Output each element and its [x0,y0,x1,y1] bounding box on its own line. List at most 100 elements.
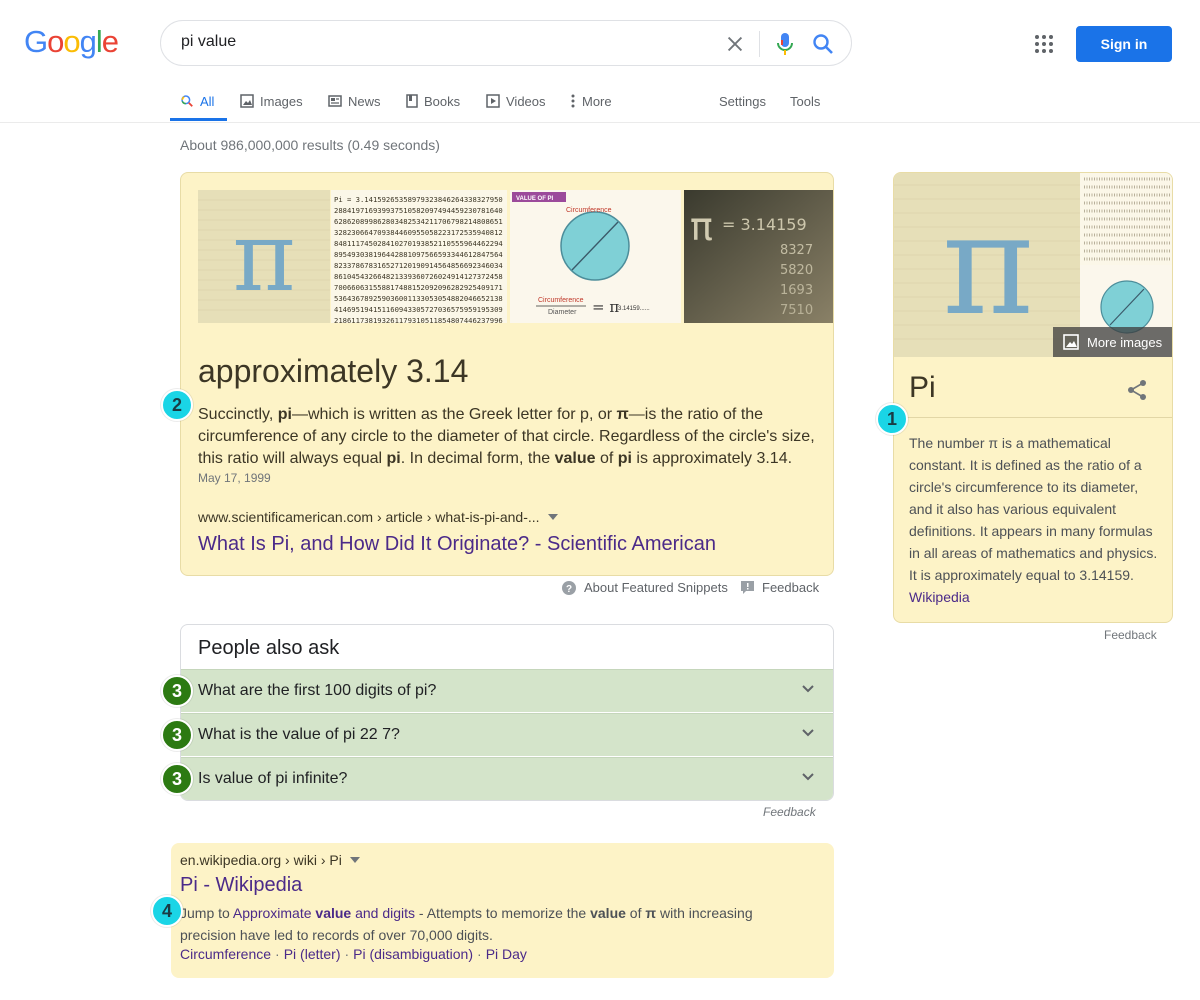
paa-feedback-link[interactable]: Feedback [763,805,816,819]
chalk-row-3: 1693 [780,283,813,298]
wiki-desc-prefix: Jump to [180,905,233,921]
feedback-icon [741,581,754,594]
chalk-row-2: 5820 [780,263,813,278]
search-tabs: All Images News Books Videos More Settin… [0,80,1200,123]
paa-question-3[interactable]: Is value of pi infinite? [181,757,833,800]
chevron-down-icon[interactable] [801,684,815,694]
snippet-bold-term: π [616,406,629,423]
chalk-row-1: 8327 [780,243,813,258]
tab-all[interactable]: All [180,92,214,110]
wiki-desc-value: value [590,905,626,921]
tab-videos-label: Videos [506,93,546,109]
wiki-jump-link-b: value [315,905,352,921]
wiki-jump-link[interactable]: Approximate value and digits [233,905,415,921]
paa-question-text: What is the value of pi 22 7? [198,726,400,743]
tab-images[interactable]: Images [240,92,303,110]
snippet-image-chalkboard[interactable]: π = 3.14159 8327 5820 1693 7510 [684,190,834,323]
wikipedia-result: en.wikipedia.org › wiki › Pi Pi - Wikipe… [171,843,834,978]
tab-books[interactable]: Books [406,92,460,110]
tab-news-label: News [348,93,381,109]
search-box[interactable] [160,20,852,66]
snippet-image-pi-symbol[interactable]: π [198,190,330,323]
image-icon [1063,334,1079,350]
circumference-label: Circumference [538,297,584,304]
image-icon [240,94,254,108]
tab-tools-label: Tools [790,93,821,109]
chevron-down-icon[interactable] [801,728,815,738]
callout-badge-1: 1 [876,403,908,435]
callout-badge-2: 2 [161,389,193,421]
snippet-feedback-link[interactable]: Feedback [741,580,819,595]
search-input[interactable] [181,33,701,51]
paa-question-text: What are the first 100 digits of pi? [198,682,437,699]
paa-title: People also ask [198,637,340,659]
wiki-url[interactable]: en.wikipedia.org › wiki › Pi [180,852,360,868]
tab-news[interactable]: News [328,92,381,110]
microphone-icon[interactable] [775,31,795,57]
dropdown-caret-icon[interactable] [547,514,558,520]
snippet-url[interactable]: www.scientificamerican.com › article › w… [198,509,558,525]
paa-question-1[interactable]: What are the first 100 digits of pi? [181,669,833,712]
tab-tools[interactable]: Tools [790,92,820,110]
tab-all-label: All [200,93,215,109]
kp-title: Pi [909,371,936,404]
wiki-sitelink-pi-day[interactable]: Pi Day [486,946,527,962]
snippet-bold-term: value [554,450,596,467]
paa-question-2[interactable]: What is the value of pi 22 7? [181,713,833,756]
callout-badge-4: 4 [151,895,183,927]
formula-pi: = π [592,298,619,316]
wiki-jump-link-c: and digits [351,905,416,921]
featured-snippet: π Pi = 3.1415926535897932384626433832795… [180,172,834,576]
kp-feedback-link[interactable]: Feedback [1104,628,1157,642]
tab-videos[interactable]: Videos [486,92,546,110]
wiki-sitelink-circumference[interactable]: Circumference [180,946,271,962]
dropdown-caret-icon[interactable] [349,857,360,863]
pi-digits-text: Pi = 3.141592653589793238462643383279502… [334,195,503,323]
tab-settings-label: Settings [719,93,766,109]
about-featured-snippets-link[interactable]: ? About Featured Snippets [562,580,728,595]
snippet-text-part: . In decimal form, the [400,450,555,467]
active-tab-indicator [170,118,227,121]
snippet-bold-term: pi [386,450,401,467]
wiki-sitelinks: Circumference · Pi (letter) · Pi (disambigua… [180,946,527,962]
tab-books-label: Books [424,93,461,109]
search-icon[interactable] [811,32,835,56]
clear-icon[interactable] [724,33,746,55]
snippet-image-circle-diagram[interactable]: VALUE OF PI Circumference Circumference … [510,190,681,323]
callout-badge-3a: 3 [161,675,193,707]
formula-value: 3.14159...... [618,306,650,312]
snippet-text: Succinctly, pi—which is written as the G… [198,404,822,470]
search-icon [181,95,193,107]
separator: · [344,946,350,962]
more-vert-icon [571,94,575,108]
snippet-bold-term: pi [277,406,292,423]
svg-text:?: ? [566,584,572,595]
snippet-title-link[interactable]: What Is Pi, and How Did It Originate? - … [198,533,716,556]
separator: · [275,946,280,962]
share-icon[interactable] [1127,379,1147,401]
tab-more-label: More [582,93,612,109]
snippet-image-digits[interactable]: Pi = 3.141592653589793238462643383279502… [331,190,507,323]
sign-in-button[interactable]: Sign in [1076,26,1172,62]
wiki-sitelink-pi-disambiguation[interactable]: Pi (disambiguation) [353,946,473,962]
kp-description-text: The number π is a mathematical constant.… [909,435,1158,583]
paa-question-text: Is value of pi infinite? [198,770,348,787]
apps-grid-icon[interactable] [1034,34,1054,54]
more-images-label: More images [1087,334,1163,350]
kp-description: The number π is a mathematical constant.… [909,432,1159,608]
chevron-down-icon[interactable] [801,772,815,782]
wiki-sitelink-pi-letter[interactable]: Pi (letter) [284,946,341,962]
chalk-eq: = 3.14159 [722,215,807,234]
tab-settings[interactable]: Settings [719,92,766,110]
callout-badge-3b: 3 [161,719,193,751]
wiki-desc-mid: - Attempts to memorize the [415,905,591,921]
kp-divider [894,417,1172,418]
circumference-arc-label: Circumference [566,207,612,214]
tab-more[interactable]: More [570,92,612,110]
knowledge-panel: π More images Pi The number π is a mathe… [893,172,1173,623]
more-images-button[interactable]: More images [1053,327,1172,357]
wiki-title-link[interactable]: Pi - Wikipedia [180,874,302,897]
people-also-ask: People also ask What are the first 100 d… [180,624,834,801]
google-logo[interactable]: Google [24,24,119,60]
kp-wikipedia-link[interactable]: Wikipedia [909,589,970,605]
